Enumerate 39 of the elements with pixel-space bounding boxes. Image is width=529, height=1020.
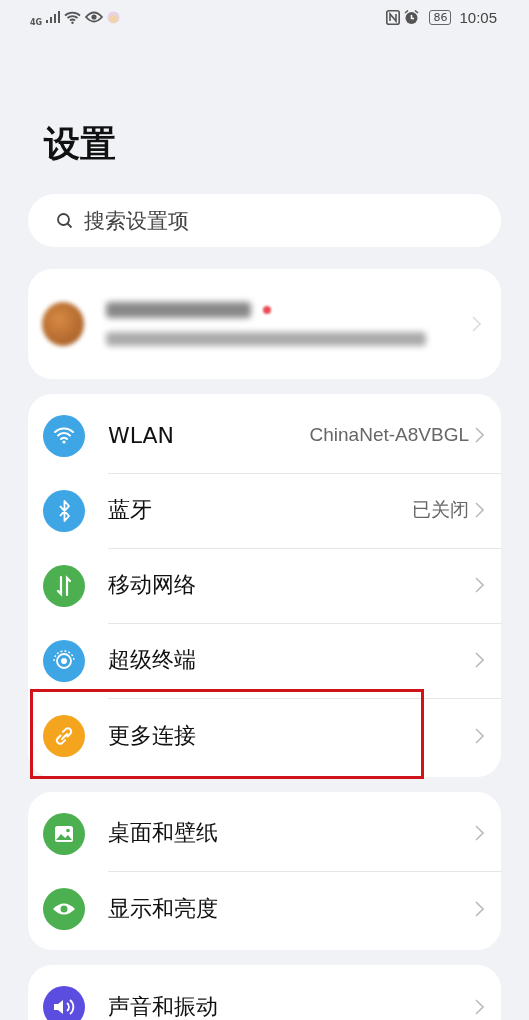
settings-item[interactable]: 蓝牙 已关闭	[28, 473, 501, 548]
signal-icon	[46, 11, 61, 23]
item-label: 超级终端	[108, 646, 197, 674]
item-label: 声音和振动	[108, 992, 219, 1020]
page-title: 设置	[44, 122, 117, 166]
blurred-avatar	[42, 302, 84, 346]
settings-item[interactable]: 桌面和壁纸	[28, 796, 501, 871]
settings-item[interactable]: 显示和亮度	[28, 871, 501, 946]
chevron-icon	[475, 900, 484, 917]
network-type: 4G	[30, 17, 43, 27]
chevron-icon	[475, 577, 484, 593]
chevron-icon	[472, 316, 481, 332]
item-label: 蓝牙	[108, 496, 153, 524]
clock-time: 10:05	[459, 8, 497, 26]
app-icon	[107, 10, 121, 24]
alarm-icon	[404, 9, 420, 25]
item-label: 显示和亮度	[108, 894, 219, 923]
item-value: 已关闭	[412, 498, 469, 522]
item-value: ChinaNet-A8VBGL	[309, 424, 469, 446]
battery-indicator: 86	[429, 9, 452, 25]
chevron-icon	[475, 998, 484, 1015]
chevron-icon	[475, 652, 484, 668]
chevron-icon	[475, 502, 484, 518]
chevron-icon	[475, 825, 484, 841]
item-label: 移动网络	[108, 571, 197, 599]
item-label: 更多连接	[108, 721, 197, 750]
nfc-icon	[386, 9, 401, 25]
search-field[interactable]: 搜索设置项	[28, 194, 501, 247]
account-card[interactable]	[28, 269, 501, 379]
eye-icon	[85, 11, 104, 23]
item-label: 桌面和壁纸	[108, 819, 219, 847]
settings-item[interactable]: WLAN ChinaNet-A8VBGL	[28, 398, 501, 473]
item-label: WLAN	[108, 422, 176, 448]
chevron-icon	[475, 427, 484, 443]
chevron-icon	[475, 727, 484, 744]
settings-item[interactable]: 更多连接	[28, 698, 501, 773]
settings-item[interactable]: 超级终端	[28, 623, 501, 698]
wifi-icon	[64, 10, 82, 24]
settings-item[interactable]: 移动网络	[28, 548, 501, 623]
